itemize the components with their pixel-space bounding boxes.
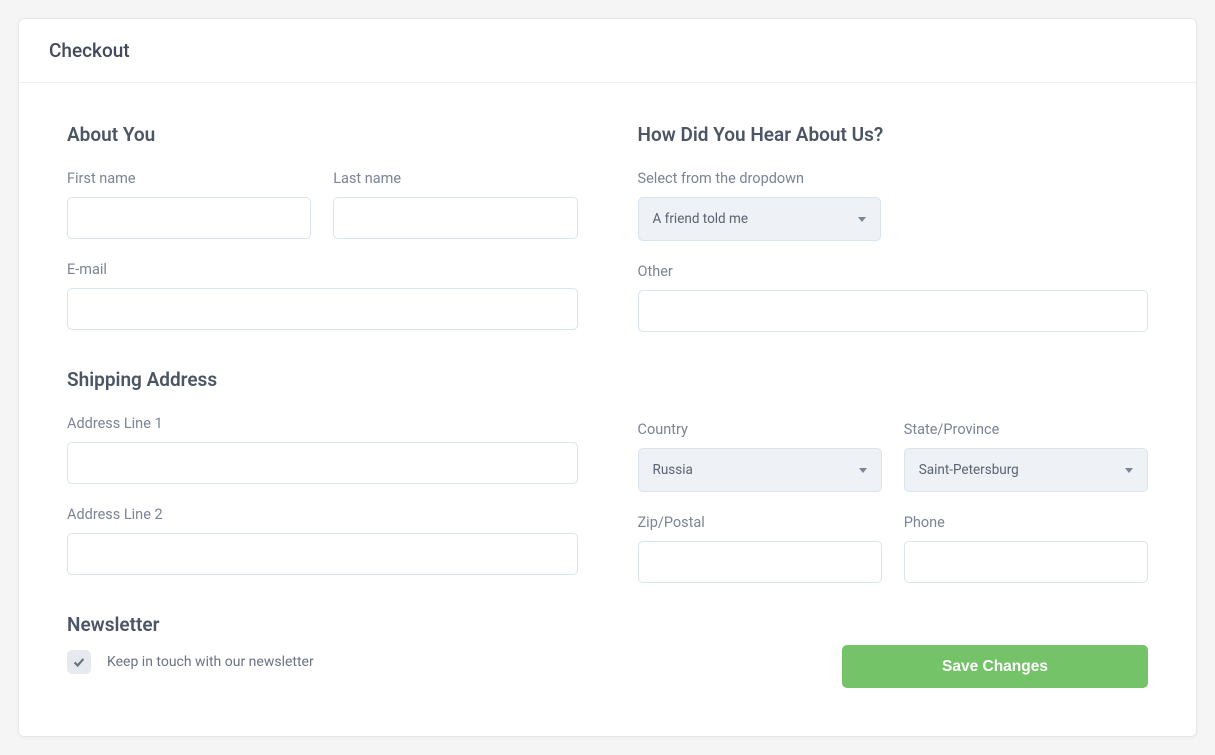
last-name-input[interactable] xyxy=(333,197,577,239)
address2-input[interactable] xyxy=(67,533,578,575)
address1-label: Address Line 1 xyxy=(67,415,578,432)
state-label: State/Province xyxy=(904,421,1148,438)
country-select-value: Russia xyxy=(653,462,693,478)
newsletter-checkbox[interactable] xyxy=(67,650,91,674)
other-input[interactable] xyxy=(638,290,1149,332)
zip-label: Zip/Postal xyxy=(638,514,882,531)
newsletter-checkbox-label: Keep in touch with our newsletter xyxy=(107,654,314,670)
country-select[interactable]: Russia xyxy=(638,448,882,492)
country-label: Country xyxy=(638,421,882,438)
checkout-card: Checkout About You First name Last name xyxy=(18,18,1197,737)
state-select-value: Saint-Petersburg xyxy=(919,462,1019,478)
hear-select-label: Select from the dropdown xyxy=(638,170,1149,187)
phone-label: Phone xyxy=(904,514,1148,531)
address2-label: Address Line 2 xyxy=(67,506,578,523)
hear-about-select-value: A friend told me xyxy=(653,211,749,227)
phone-input[interactable] xyxy=(904,541,1148,583)
hear-about-heading: How Did You Hear About Us? xyxy=(638,123,1149,146)
chevron-down-icon xyxy=(859,468,867,473)
first-name-input[interactable] xyxy=(67,197,311,239)
hear-about-select[interactable]: A friend told me xyxy=(638,197,881,241)
other-label: Other xyxy=(638,263,1149,280)
shipping-heading: Shipping Address xyxy=(67,368,578,391)
check-icon xyxy=(72,655,86,669)
chevron-down-icon xyxy=(858,217,866,222)
newsletter-heading: Newsletter xyxy=(67,613,578,636)
email-input[interactable] xyxy=(67,288,578,330)
right-column: How Did You Hear About Us? Select from t… xyxy=(638,123,1149,688)
card-header: Checkout xyxy=(19,19,1196,83)
chevron-down-icon xyxy=(1125,468,1133,473)
last-name-label: Last name xyxy=(333,170,577,187)
spacer xyxy=(638,354,1149,421)
zip-input[interactable] xyxy=(638,541,882,583)
page-title: Checkout xyxy=(49,39,1166,62)
save-changes-button[interactable]: Save Changes xyxy=(842,645,1148,688)
card-body: About You First name Last name E-mail xyxy=(19,83,1196,736)
email-label: E-mail xyxy=(67,261,578,278)
left-column: About You First name Last name E-mail xyxy=(67,123,578,688)
address1-input[interactable] xyxy=(67,442,578,484)
state-select[interactable]: Saint-Petersburg xyxy=(904,448,1148,492)
about-you-heading: About You xyxy=(67,123,578,146)
first-name-label: First name xyxy=(67,170,311,187)
